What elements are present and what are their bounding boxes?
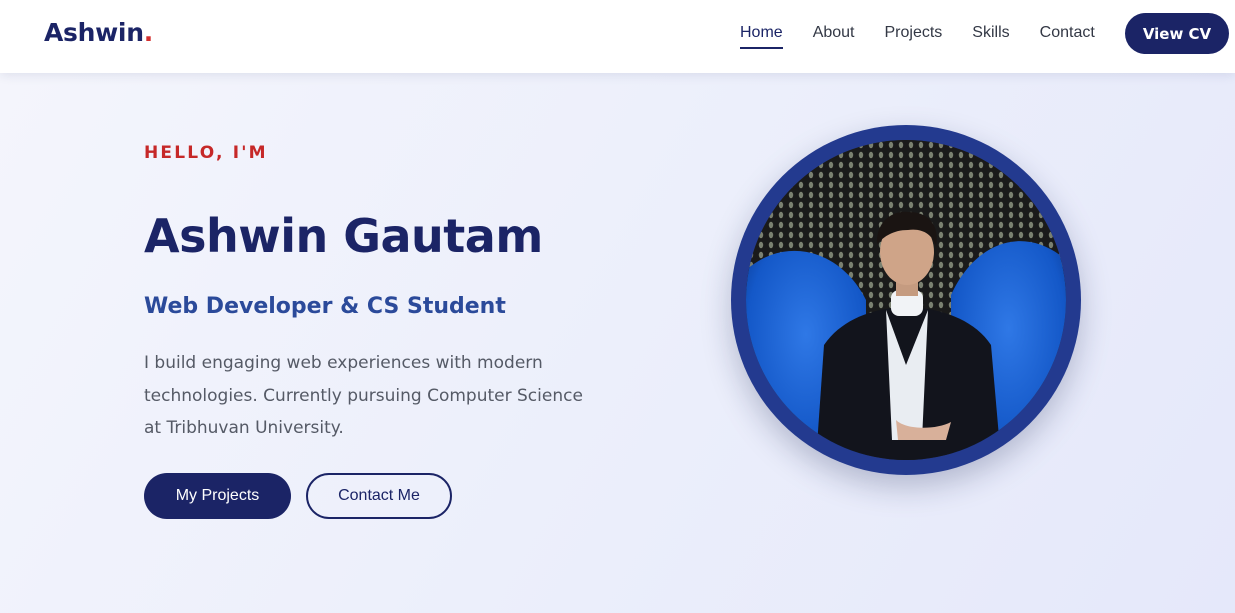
hero-bio: I build engaging web experiences with mo… [144,353,583,438]
site-logo[interactable]: Ashwin. [44,18,153,47]
contact-me-button[interactable]: Contact Me [306,473,452,519]
profile-photo-frame [731,125,1081,475]
logo-dot: . [143,18,154,47]
hero-greeting: HELLO, I'M [144,143,268,163]
nav-links: Home About Projects Skills Contact [740,24,1095,49]
hero-role: Web Developer & CS Student [144,294,506,319]
nav-link-skills[interactable]: Skills [972,24,1009,49]
nav-link-contact[interactable]: Contact [1040,24,1095,49]
hero-name: Ashwin Gautam [144,209,543,263]
nav-link-about[interactable]: About [813,24,855,49]
my-projects-button[interactable]: My Projects [144,473,291,519]
view-cv-button[interactable]: View CV [1125,13,1229,54]
profile-photo [746,140,1066,460]
hero-section: HELLO, I'M Ashwin Gautam Web Developer &… [0,73,1235,613]
nav-link-home[interactable]: Home [740,24,783,49]
top-navbar: Ashwin. Home About Projects Skills Conta… [0,0,1235,73]
nav-link-projects[interactable]: Projects [885,24,943,49]
logo-text: Ashwin [44,18,144,47]
